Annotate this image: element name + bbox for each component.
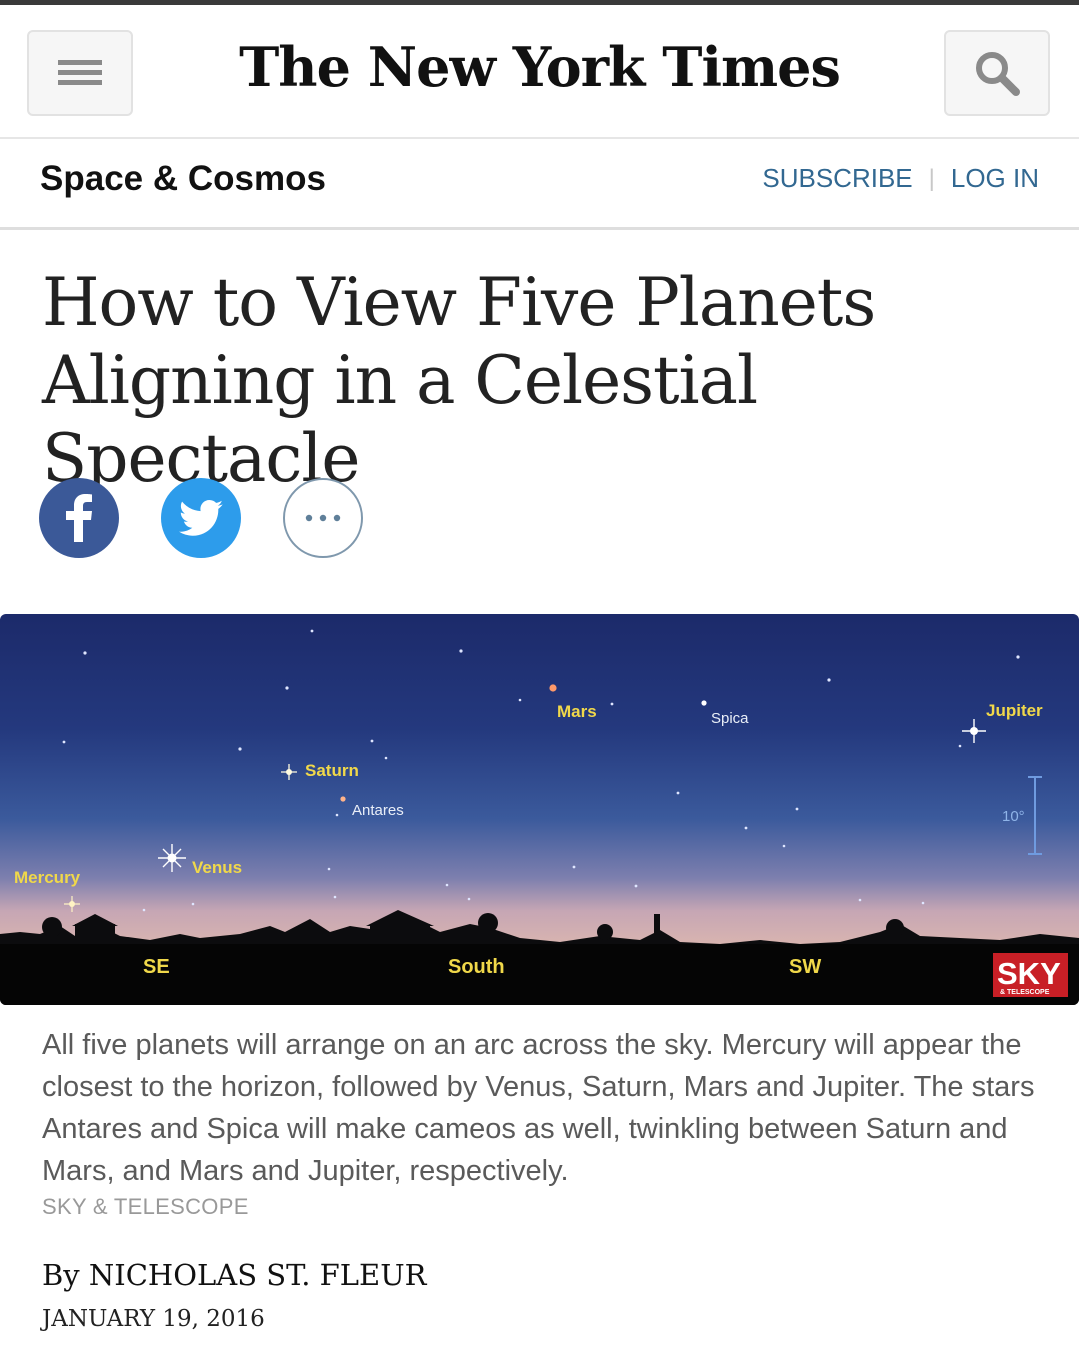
saturn-label: Saturn [305,761,359,780]
headline-line-1: How to View Five Planets [42,264,876,341]
spica-marker [701,700,707,706]
more-options-icon [305,514,341,522]
share-tools [39,478,363,558]
compass-sw: SW [789,956,821,978]
login-link[interactable]: LOG IN [951,163,1039,194]
facebook-icon [66,494,92,542]
spica-label: Spica [711,710,749,727]
masthead: The New York Times [0,5,1079,139]
search-button[interactable] [944,30,1050,116]
subscribe-link[interactable]: SUBSCRIBE [762,163,912,194]
figure-caption: All five planets will arrange on an arc … [42,1029,1035,1187]
account-links: SUBSCRIBE | LOG IN [762,163,1039,194]
byline[interactable]: By NICHOLAS ST. FLEUR [42,1258,427,1292]
twitter-share-button[interactable] [161,478,241,558]
sky-logo-subtext: & TELESCOPE [1000,989,1050,996]
jupiter-label: Jupiter [986,701,1043,720]
sky-logo-text: SKY [997,956,1061,991]
more-share-button[interactable] [283,478,363,558]
section-bar: Space & Cosmos SUBSCRIBE | LOG IN [0,139,1079,230]
sky-telescope-logo: SKY & TELESCOPE [993,953,1068,997]
compass-south: South [448,956,505,978]
antares-label: Antares [352,802,404,819]
facebook-share-button[interactable] [39,478,119,558]
mercury-label: Mercury [14,868,81,887]
headline-line-2: Aligning in a Celestial Spectacle [42,342,758,497]
article-headline: How to View Five Planets Aligning in a C… [42,264,1042,498]
compass-se: SE [143,956,170,978]
nyt-logo[interactable]: The New York Times [0,35,1079,99]
antares-marker [340,796,346,802]
sky-chart-svg: Mercury Venus Saturn Mars Jupiter Antare… [0,614,1079,1005]
section-title[interactable]: Space & Cosmos [40,159,326,199]
venus-label: Venus [192,858,242,877]
figure-credit: SKY & TELESCOPE [42,1194,249,1219]
search-icon [976,52,1020,96]
mars-marker [549,684,557,692]
mars-label: Mars [557,702,597,721]
sky-chart-image[interactable]: Mercury Venus Saturn Mars Jupiter Antare… [0,614,1079,1005]
link-separator: | [928,164,935,192]
sky-background [0,614,1079,944]
scale-label: 10° [1002,808,1025,825]
twitter-icon [179,500,223,536]
publish-date: JANUARY 19, 2016 [42,1306,265,1332]
